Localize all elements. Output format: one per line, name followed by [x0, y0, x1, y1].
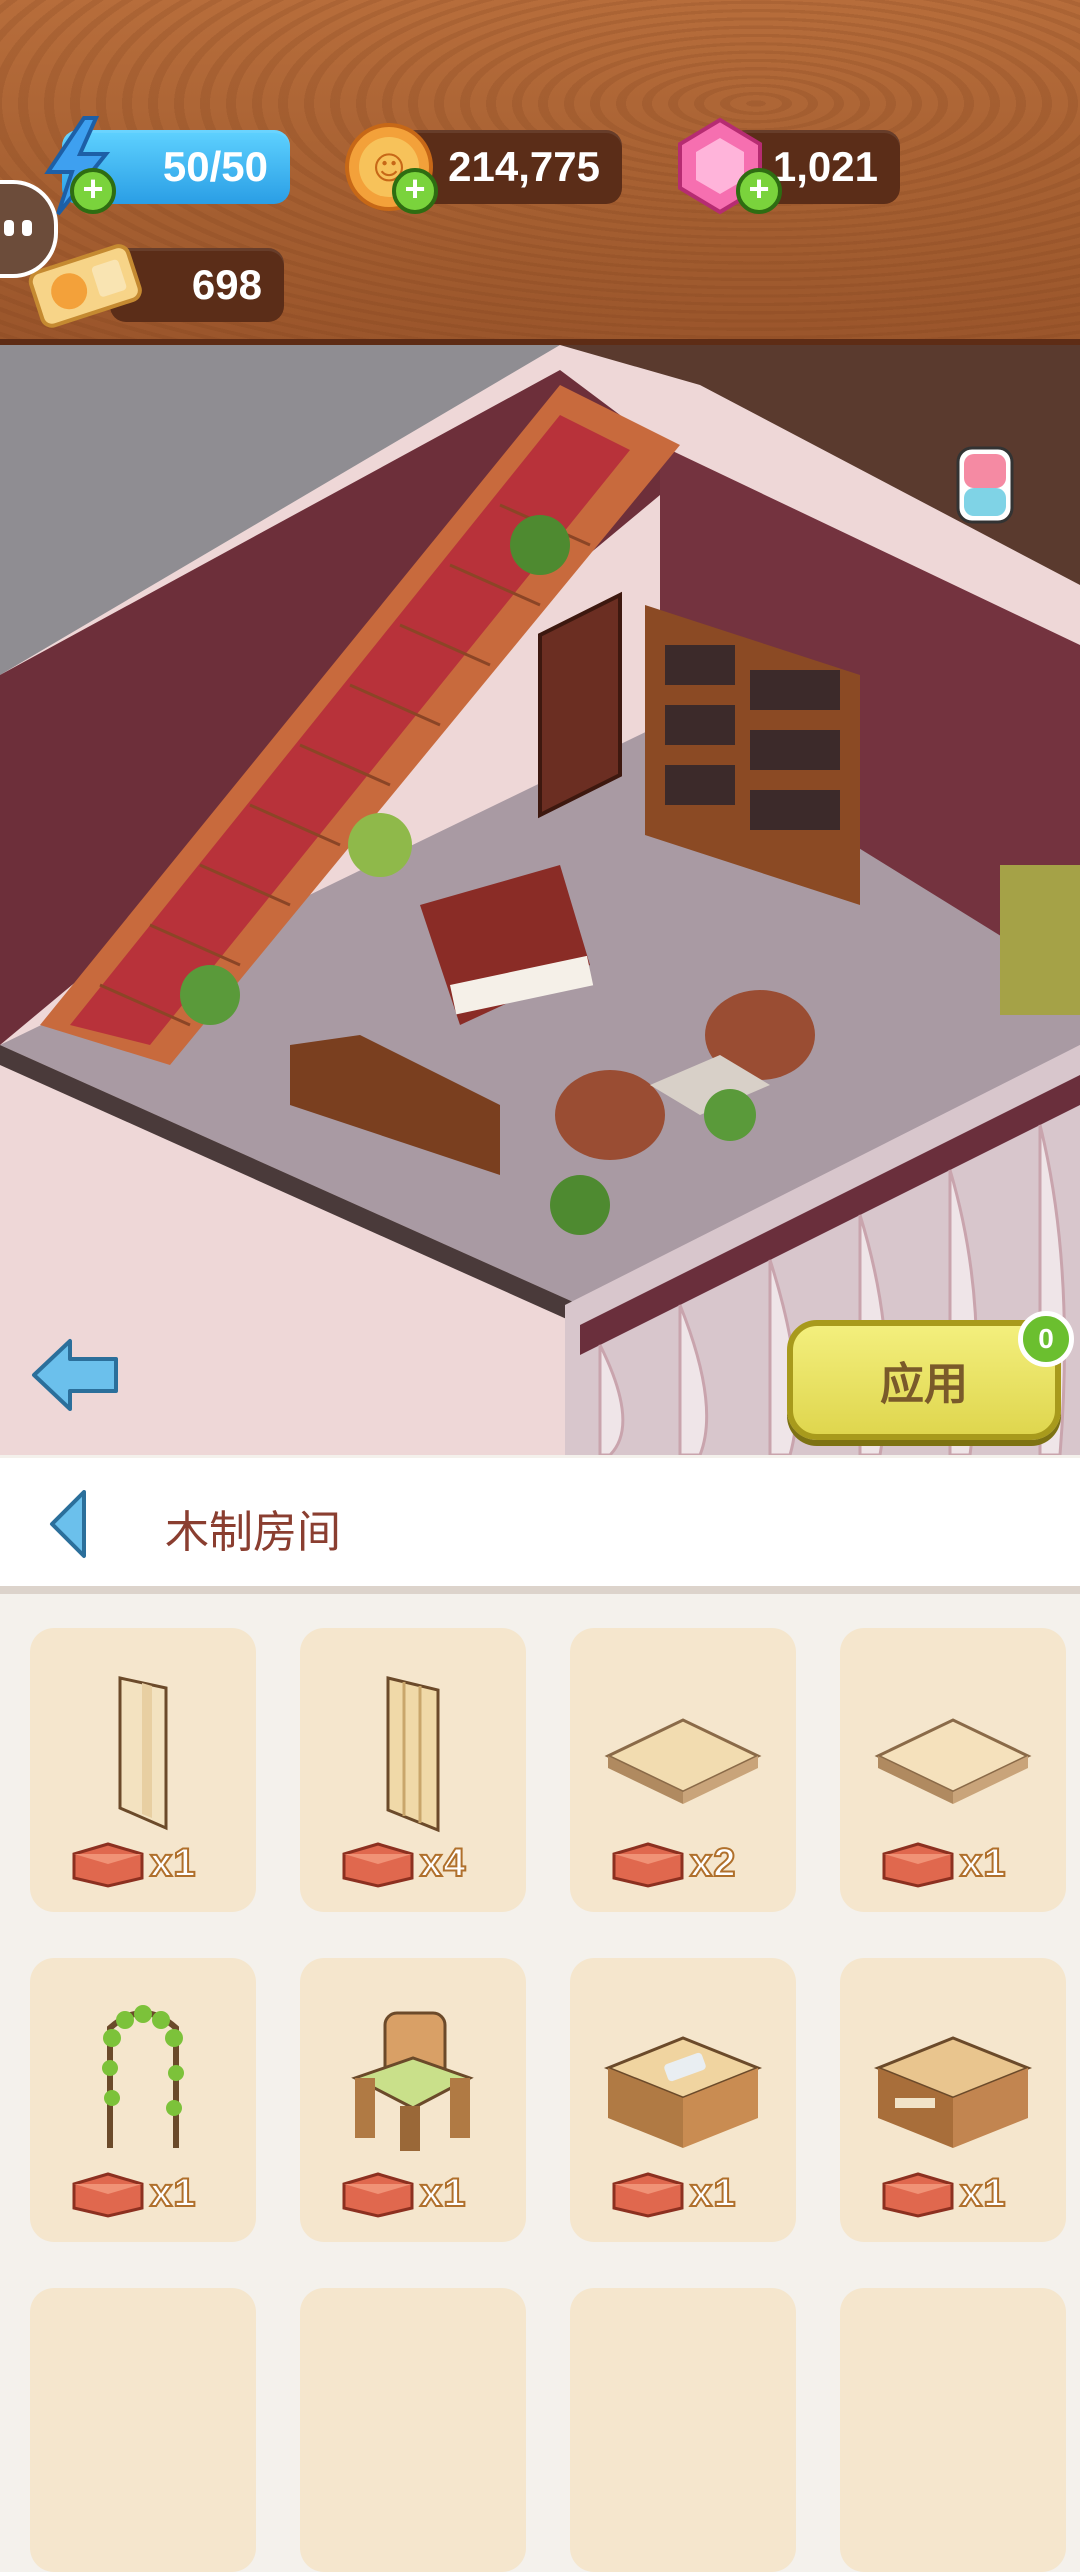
- box-icon: [882, 2172, 954, 2218]
- energy-plus-icon[interactable]: +: [70, 168, 116, 214]
- item-count: x2: [689, 1840, 737, 1886]
- box-icon: [342, 1842, 414, 1888]
- item-count: x1: [959, 1840, 1007, 1886]
- item-card[interactable]: x1: [300, 1958, 526, 2242]
- apply-label: 应用: [880, 1360, 968, 1409]
- floor-tile-icon: [604, 1718, 762, 1804]
- gem-plus-icon[interactable]: +: [736, 168, 782, 214]
- floor-tile-icon: [874, 1718, 1032, 1804]
- wall-panel-icon: [118, 1676, 168, 1831]
- top-resource-bar: 50/50 + 214,775 ☺ + 1,021 + 698: [0, 0, 1080, 353]
- box-icon: [612, 2172, 684, 2218]
- box-icon: [612, 1842, 684, 1888]
- gem-value: 1,021: [772, 143, 878, 190]
- item-count: x1: [149, 1840, 197, 1886]
- item-card[interactable]: x1: [840, 1628, 1066, 1912]
- sink-counter-icon: [603, 2036, 763, 2148]
- item-card[interactable]: x2: [570, 1628, 796, 1912]
- item-card[interactable]: x1: [30, 1628, 256, 1912]
- ticket-value: 698: [191, 261, 262, 308]
- apply-count-badge: 0: [1018, 1311, 1074, 1367]
- energy-value: 50/50: [162, 143, 268, 190]
- back-arrow-icon[interactable]: [30, 1335, 122, 1415]
- item-card[interactable]: x1: [30, 1958, 256, 2242]
- item-count: x1: [149, 2170, 197, 2216]
- item-card[interactable]: [300, 2288, 526, 2572]
- chevron-left-icon[interactable]: [48, 1488, 88, 1560]
- wall-plank-icon: [386, 1676, 440, 1833]
- category-title: 木制房间: [165, 1508, 341, 1557]
- ivy-arch-icon: [102, 2005, 184, 2148]
- box-icon: [72, 2172, 144, 2218]
- item-grid: x1 x4 x2 x1 x1 x1 x1 x1: [0, 1594, 1080, 2572]
- category-header: 木制房间: [0, 1458, 1080, 1594]
- item-card[interactable]: x1: [840, 1958, 1066, 2242]
- item-card[interactable]: [840, 2288, 1066, 2572]
- item-count: x1: [959, 2170, 1007, 2216]
- item-card[interactable]: x4: [300, 1628, 526, 1912]
- box-icon: [72, 1842, 144, 1888]
- eraser-icon[interactable]: [952, 442, 1018, 528]
- item-count: x1: [689, 2170, 737, 2216]
- armchair-icon: [351, 2011, 474, 2151]
- box-icon: [342, 2172, 414, 2218]
- item-card[interactable]: x1: [570, 1958, 796, 2242]
- room-illustration: [0, 345, 1080, 1455]
- item-card[interactable]: [30, 2288, 256, 2572]
- coin-value: 214,775: [448, 143, 600, 190]
- item-card[interactable]: [570, 2288, 796, 2572]
- box-icon: [882, 1842, 954, 1888]
- shelf-table-icon: [873, 2036, 1033, 2148]
- item-count: x4: [419, 1840, 467, 1886]
- item-count: x1: [419, 2170, 467, 2216]
- coin-plus-icon[interactable]: +: [392, 168, 438, 214]
- room-scene[interactable]: [0, 345, 1080, 1455]
